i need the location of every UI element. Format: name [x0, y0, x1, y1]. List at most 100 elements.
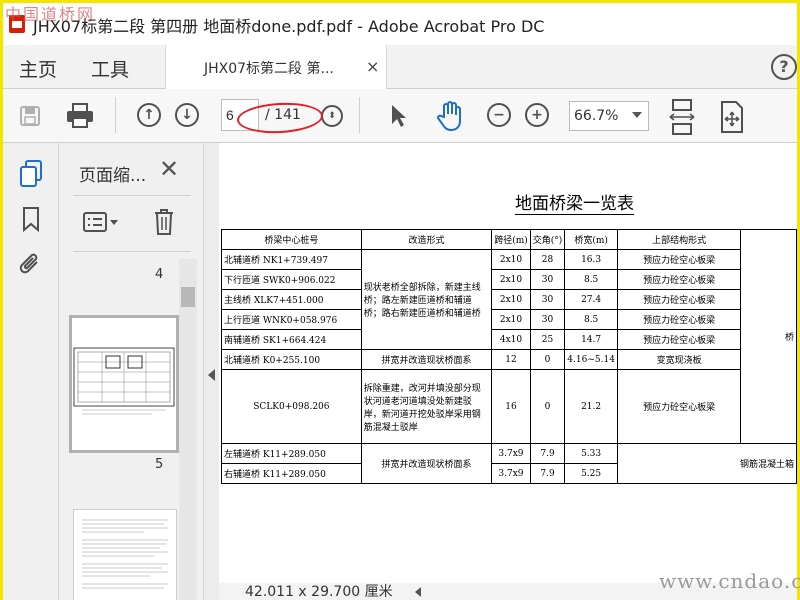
page-thumbnail[interactable] — [73, 509, 177, 600]
table-cell: 预应力砼空心板梁 — [616, 329, 742, 350]
table-cell: 预应力砼空心板梁 — [616, 289, 742, 310]
table-cell: 南辅道桥 SK1+664.424 — [221, 329, 362, 350]
table-cell: 2x10 — [491, 269, 531, 290]
table-cell: SCLK0+098.206 — [221, 369, 362, 444]
table-cell: 2x10 — [491, 249, 531, 270]
page-stepper-icon[interactable]: ⬍ — [321, 105, 343, 127]
table-cell: 预应力砼空心板梁 — [616, 269, 742, 290]
print-icon[interactable] — [63, 101, 97, 131]
table-row: 北辅道桥 NK1+739.497 现状老桥全部拆除，新建主线桥；路左新建匝道桥和… — [221, 249, 797, 350]
table-cell: 30 — [529, 269, 566, 290]
table-cell: 30 — [529, 309, 566, 330]
table-cell: 主线桥 XLK7+451.000 — [221, 289, 362, 310]
table-header-cell: 上部结构形式 — [616, 229, 742, 250]
table-cell: 北辅道桥 K0+255.100 — [221, 349, 362, 370]
nav-home[interactable]: 主页 — [19, 55, 57, 82]
table-header-cell: 桥梁中心桩号 — [221, 229, 362, 250]
table-cell: 下行匝道 SWK0+906.022 — [221, 269, 362, 290]
table-cell: 2x10 — [491, 289, 531, 310]
zoom-in-icon[interactable]: + — [525, 103, 549, 127]
table-cell: 北辅道桥 NK1+739.497 — [221, 249, 362, 270]
table-cell: 5.25 — [564, 463, 618, 484]
table-cell: 上行匝道 WNK0+058.976 — [221, 309, 362, 330]
table-cell: 7.9 — [529, 463, 566, 484]
table-title: 地面桥梁一览表 — [515, 189, 634, 215]
toolbar: ↑ ↓ / 141 ⬍ − + 66.7% — [3, 89, 797, 143]
table-cell: 现状老桥全部拆除，新建主线桥；路左新建匝道桥和辅道桥；路右新建匝道桥和辅道桥 — [360, 249, 493, 350]
table-row: 北辅道桥 K0+255.100 拼宽并改造现状桥面系 12 0 4.16~5.1… — [221, 349, 797, 370]
table-row: 左辅道桥 K11+289.050 拼宽并改造现状桥面系 3.7x9 7.9 5.… — [221, 443, 797, 484]
table-cell: 3.7x9 — [491, 443, 531, 464]
table-cell: 2x10 — [491, 309, 531, 330]
table-cell: 7.9 — [529, 443, 566, 464]
table-cell: 变宽现浇板 — [616, 349, 742, 370]
table-cell: 25 — [529, 329, 566, 350]
table-cell: 0 — [529, 369, 566, 444]
thumbnail-scrollbar[interactable] — [179, 259, 197, 600]
zoom-select[interactable]: 66.7% — [569, 101, 649, 131]
tab-bar: 主页 工具 JHX07标第二段 第... × ? — [3, 45, 797, 89]
table-header-cell: 跨径(m) — [491, 229, 531, 250]
options-menu-icon[interactable] — [81, 209, 121, 235]
document-page: 地面桥梁一览表 桥梁中心桩号 改造形式 跨径(m) 交角(°) 桥宽(m) 上部… — [219, 143, 797, 600]
select-cursor-icon[interactable] — [387, 101, 411, 131]
zoom-value: 66.7% — [574, 108, 619, 124]
table-cell: 16.3 — [564, 249, 618, 270]
table-cell: 14.7 — [564, 329, 618, 350]
bookmark-icon[interactable] — [19, 205, 43, 233]
help-icon[interactable]: ? — [771, 54, 797, 80]
bridge-table: 桥梁中心桩号 改造形式 跨径(m) 交角(°) 桥宽(m) 上部结构形式 桥 北… — [221, 229, 797, 484]
chevron-left-icon — [208, 369, 215, 381]
table-header-cell: 改造形式 — [360, 229, 493, 250]
table-cell: 左辅道桥 K11+289.050 — [221, 443, 362, 464]
scrollbar-thumb[interactable] — [181, 287, 195, 307]
toolbar-divider — [115, 97, 116, 133]
table-row: 上行匝道 WNK0+058.976 2x10 30 8.5 预应力砼空心板梁 — [221, 309, 797, 330]
divider — [73, 195, 191, 196]
table-edge-text: 桥 — [784, 333, 794, 343]
table-cell: 预应力砼空心板梁 — [616, 369, 742, 444]
panel-collapse-handle[interactable] — [203, 143, 219, 600]
toolbar-divider — [359, 97, 360, 133]
table-cell: 预应力砼空心板梁 — [616, 249, 742, 270]
table-cell: 21.2 — [564, 369, 618, 444]
table-row: 南辅道桥 SK1+664.424 4x10 25 14.7 预应力砼空心板梁 — [221, 329, 797, 350]
table-header-cell: 桥宽(m) — [564, 229, 618, 250]
table-cell: 4.16~5.14 — [564, 349, 618, 370]
document-tab[interactable]: JHX07标第二段 第... × — [165, 45, 387, 89]
title-bar: 中国道桥网 JHX07标第二段 第四册 地面桥done.pdf.pdf - Ad… — [3, 3, 797, 45]
table-cell-edge: 桥 — [740, 229, 797, 444]
nav-tools[interactable]: 工具 — [91, 55, 129, 82]
table-cell: 12 — [491, 349, 531, 370]
table-cell: 27.4 — [564, 289, 618, 310]
attachment-icon[interactable] — [17, 249, 45, 279]
thumbnail-page-label: 5 — [155, 457, 164, 472]
next-page-icon[interactable]: ↓ — [175, 103, 199, 127]
table-cell: 5.33 — [564, 443, 618, 464]
delete-icon[interactable] — [151, 207, 177, 237]
close-tab-icon[interactable]: × — [366, 57, 379, 76]
table-cell: 3.7x9 — [491, 463, 531, 484]
table-row: 下行匝道 SWK0+906.022 2x10 30 8.5 预应力砼空心板梁 — [221, 269, 797, 290]
table-cell: 右辅道桥 K11+289.050 — [221, 463, 362, 484]
window-title: JHX07标第二段 第四册 地面桥done.pdf.pdf - Adobe Ac… — [33, 17, 545, 36]
table-row: SCLK0+098.206 拆除重建，改河并填没部分现状河道老河道填没处新建驳岸… — [221, 369, 797, 444]
table-cell: 拼宽并改造现状桥面系 — [360, 443, 493, 484]
previous-page-icon[interactable]: ↑ — [137, 103, 161, 127]
left-nav-strip — [3, 143, 59, 600]
table-header-cell: 交角(°) — [529, 229, 566, 250]
table-cell: 16 — [491, 369, 531, 444]
close-panel-icon[interactable]: ✕ — [159, 155, 179, 183]
zoom-out-icon[interactable]: − — [487, 103, 511, 127]
table-cell: 拼宽并改造现状桥面系 — [360, 349, 493, 370]
fit-width-icon[interactable] — [667, 97, 697, 137]
chevron-left-icon[interactable] — [415, 587, 421, 597]
table-row: 主线桥 XLK7+451.000 2x10 30 27.4 预应力砼空心板梁 — [221, 289, 797, 310]
table-cell: 0 — [529, 349, 566, 370]
panel-title: 页面缩... — [79, 166, 147, 186]
page-thumbnail[interactable] — [69, 315, 179, 453]
save-icon[interactable] — [17, 103, 43, 129]
full-screen-icon[interactable] — [717, 97, 747, 137]
page-thumbnails-icon[interactable] — [17, 159, 45, 189]
hand-tool-icon[interactable] — [433, 99, 467, 133]
